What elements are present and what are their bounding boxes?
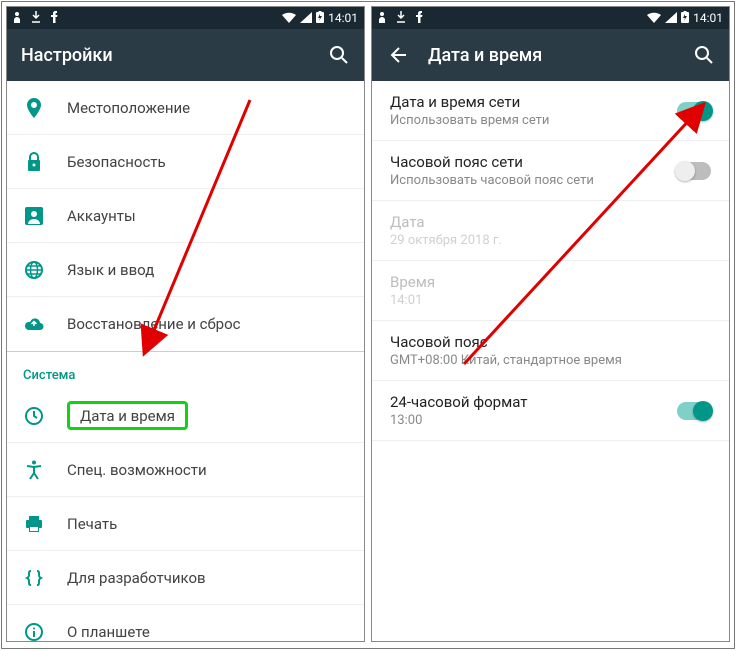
setting-network-timezone[interactable]: Часовой пояс сети Использовать часовой п… (372, 141, 729, 201)
phone-right: 14:01 Дата и время Дата и время сети Исп… (371, 6, 730, 642)
setting-subtitle: 13:00 (390, 413, 665, 428)
clock-icon (23, 407, 45, 425)
person-icon (378, 11, 386, 25)
statusbar: 14:01 (372, 7, 729, 29)
backup-icon (23, 317, 45, 331)
download-icon (31, 11, 41, 25)
setting-24h-format[interactable]: 24-часовой формат 13:00 (372, 381, 729, 441)
location-icon (23, 98, 45, 118)
setting-title: Время (390, 273, 711, 291)
list-label: Для разработчиков (67, 569, 206, 587)
list-label: О планшете (67, 623, 150, 641)
search-icon[interactable] (328, 44, 350, 66)
page-title: Настройки (21, 45, 308, 66)
download-icon (396, 11, 406, 25)
setting-title: 24-часовой формат (390, 393, 665, 411)
page-title: Дата и время (428, 45, 673, 66)
list-label: Местоположение (67, 99, 190, 117)
list-label: Аккаунты (67, 207, 136, 225)
appbar: Дата и время (372, 29, 729, 81)
list-item-accounts[interactable]: Аккаунты (7, 189, 364, 243)
list-item-datetime[interactable]: Дата и время (7, 389, 364, 443)
globe-icon (23, 261, 45, 279)
setting-title: Дата (390, 213, 711, 231)
braces-icon (23, 570, 45, 586)
list-item-security[interactable]: Безопасность (7, 135, 364, 189)
battery-icon (316, 11, 324, 25)
list-label: Язык и ввод (67, 261, 154, 279)
lock-icon (23, 152, 45, 172)
toggle-network-timezone[interactable] (677, 162, 711, 180)
toggle-24h-format[interactable] (677, 402, 711, 420)
setting-title: Дата и время сети (390, 93, 665, 111)
list-label: Безопасность (67, 153, 166, 171)
setting-title: Часовой пояс (390, 333, 711, 351)
search-icon[interactable] (693, 44, 715, 66)
info-icon (23, 623, 45, 641)
status-time: 14:01 (328, 11, 358, 25)
list-label: Дата и время (80, 407, 175, 425)
wifi-icon (647, 12, 661, 25)
list-label: Печать (67, 515, 117, 533)
print-icon (23, 515, 45, 533)
list-item-location[interactable]: Местоположение (7, 81, 364, 135)
list-label: Спец. возможности (67, 461, 207, 479)
setting-time: Время 14:01 (372, 261, 729, 321)
list-item-developer[interactable]: Для разработчиков (7, 551, 364, 605)
setting-subtitle: Использовать часовой пояс сети (390, 173, 665, 188)
appbar: Настройки (7, 29, 364, 81)
setting-subtitle: Использовать время сети (390, 113, 665, 128)
list-item-accessibility[interactable]: Спец. возможности (7, 443, 364, 497)
battery-icon (681, 11, 689, 25)
setting-subtitle: 29 октября 2018 г. (390, 233, 711, 248)
setting-subtitle: GMT+08:00 Китай, стандартное время (390, 353, 711, 368)
section-header: Система (7, 351, 364, 389)
back-icon[interactable] (386, 44, 408, 66)
facebook-icon (51, 11, 59, 25)
setting-subtitle: 14:01 (390, 293, 711, 308)
statusbar: 14:01 (7, 7, 364, 29)
wifi-icon (282, 12, 296, 25)
list-item-language[interactable]: Язык и ввод (7, 243, 364, 297)
signal-icon (665, 12, 677, 25)
person-icon (13, 11, 21, 25)
setting-title: Часовой пояс сети (390, 153, 665, 171)
account-icon (23, 207, 45, 225)
setting-date: Дата 29 октября 2018 г. (372, 201, 729, 261)
status-time: 14:01 (693, 11, 723, 25)
setting-timezone[interactable]: Часовой пояс GMT+08:00 Китай, стандартно… (372, 321, 729, 381)
phone-left: 14:01 Настройки Местоположение Безопасно… (6, 6, 365, 642)
highlight-box: Дата и время (67, 401, 188, 430)
setting-network-datetime[interactable]: Дата и время сети Использовать время сет… (372, 81, 729, 141)
list-label: Восстановление и сброс (67, 315, 240, 333)
list-item-backup[interactable]: Восстановление и сброс (7, 297, 364, 351)
facebook-icon (416, 11, 424, 25)
list-item-print[interactable]: Печать (7, 497, 364, 551)
signal-icon (300, 12, 312, 25)
toggle-network-datetime[interactable] (677, 102, 711, 120)
list-item-about[interactable]: О планшете (7, 605, 364, 641)
accessibility-icon (23, 460, 45, 480)
